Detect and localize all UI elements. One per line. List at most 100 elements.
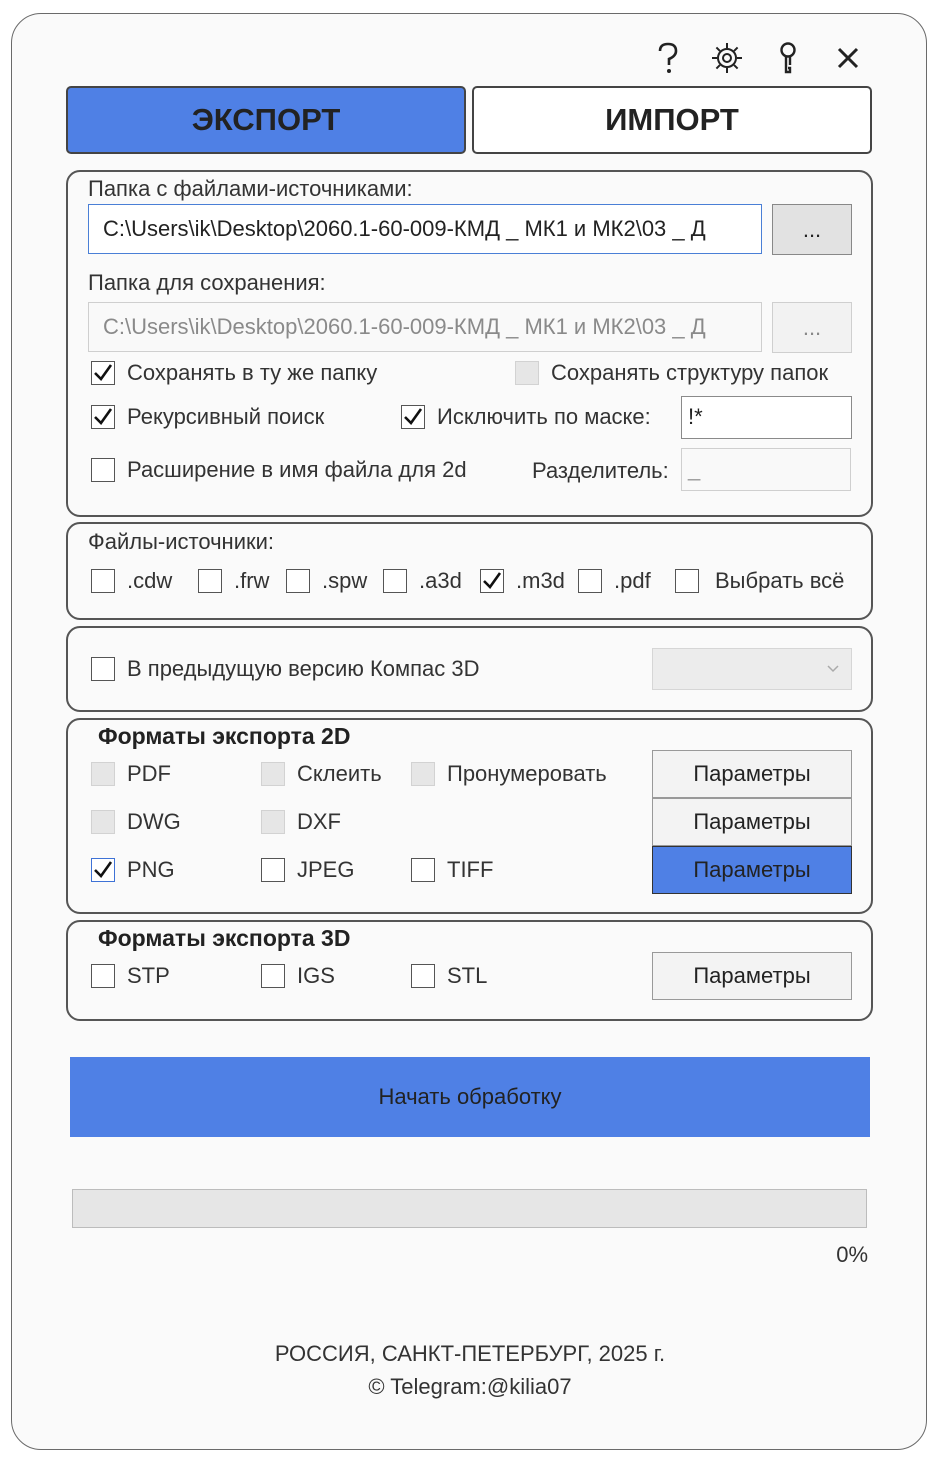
checkbox-box <box>91 858 115 882</box>
source-folder-input[interactable]: C:\Users\ik\Desktop\2060.1-60-009-КМД _ … <box>88 204 762 254</box>
save-browse-button[interactable]: ... <box>772 302 852 353</box>
export-tiff-checkbox[interactable]: TIFF <box>411 857 493 883</box>
separator-label: Разделитель: <box>532 458 669 483</box>
chevron-down-icon <box>827 665 839 673</box>
footer-contact: © Telegram:@kilia07 <box>368 1374 572 1399</box>
checkbox-box <box>91 405 115 429</box>
checkbox-label: STL <box>447 963 488 988</box>
checkbox-box <box>383 569 407 593</box>
number-pages-checkbox[interactable]: Пронумеровать <box>411 761 607 787</box>
checkbox-label: STP <box>127 963 170 988</box>
checkbox-label: Склеить <box>297 761 382 786</box>
checkbox-box <box>91 762 115 786</box>
checkbox-box <box>675 569 699 593</box>
save-folder-input[interactable]: C:\Users\ik\Desktop\2060.1-60-009-КМД _ … <box>88 302 762 352</box>
checkbox-label: .cdw <box>127 568 173 593</box>
checkbox-label: DWG <box>127 809 181 834</box>
checkbox-label: Пронумеровать <box>447 761 607 786</box>
export-stl-checkbox[interactable]: STL <box>411 963 487 989</box>
merge-checkbox[interactable]: Склеить <box>261 761 382 787</box>
checkbox-box <box>198 569 222 593</box>
png-params-button[interactable]: Параметры <box>652 846 852 894</box>
checkbox-label: JPEG <box>297 857 355 882</box>
progress-percent: 0% <box>836 1242 868 1267</box>
checkbox-label: .frw <box>234 568 270 593</box>
checkbox-label: PDF <box>127 761 171 786</box>
filetype-frw-checkbox[interactable]: .frw <box>198 568 269 594</box>
checkbox-box <box>261 858 285 882</box>
key-icon[interactable] <box>771 41 805 75</box>
checkbox-label: .pdf <box>614 568 651 593</box>
filetype-a3d-checkbox[interactable]: .a3d <box>383 568 462 594</box>
checkbox-box <box>91 657 115 681</box>
checkbox-box <box>91 569 115 593</box>
export-jpeg-checkbox[interactable]: JPEG <box>261 857 354 883</box>
export-2d-title: Форматы экспорта 2D <box>98 723 351 749</box>
checkbox-label: .a3d <box>419 568 462 593</box>
tab-export[interactable]: ЭКСПОРТ <box>66 86 466 154</box>
tab-import[interactable]: ИМПОРТ <box>472 86 872 154</box>
checkbox-box <box>261 964 285 988</box>
select-all-checkbox[interactable]: Выбрать всё <box>675 568 844 594</box>
separator-input[interactable]: _ <box>681 448 851 491</box>
ext-in-filename-checkbox[interactable]: Расширение в имя файла для 2d <box>91 457 467 483</box>
dwg-params-button[interactable]: Параметры <box>652 798 852 846</box>
checkbox-box <box>261 810 285 834</box>
checkbox-box <box>515 361 539 385</box>
checkbox-label: PNG <box>127 857 175 882</box>
checkbox-label: .m3d <box>516 568 565 593</box>
filetype-m3d-checkbox[interactable]: .m3d <box>480 568 565 594</box>
export-igs-checkbox[interactable]: IGS <box>261 963 335 989</box>
checkbox-box <box>411 858 435 882</box>
source-folder-label: Папка с файлами-источниками: <box>88 176 413 201</box>
keep-structure-checkbox[interactable]: Сохранять структуру папок <box>515 360 828 386</box>
checkbox-box <box>91 361 115 385</box>
filetype-pdf-checkbox[interactable]: .pdf <box>578 568 651 594</box>
checkbox-label: Исключить по маске: <box>437 404 651 429</box>
checkbox-label: DXF <box>297 809 341 834</box>
export-pdf-checkbox[interactable]: PDF <box>91 761 171 787</box>
checkbox-label: TIFF <box>447 857 494 882</box>
previous-version-checkbox[interactable]: В предыдущую версию Компас 3D <box>91 656 480 682</box>
recursive-checkbox[interactable]: Рекурсивный поиск <box>91 404 324 430</box>
same-folder-checkbox[interactable]: Сохранять в ту же папку <box>91 360 377 386</box>
export-dxf-checkbox[interactable]: DXF <box>261 809 341 835</box>
checkbox-box <box>411 964 435 988</box>
export-png-checkbox[interactable]: PNG <box>91 857 175 883</box>
checkbox-box <box>401 405 425 429</box>
progress-bar <box>72 1189 867 1228</box>
filetype-spw-checkbox[interactable]: .spw <box>286 568 367 594</box>
checkbox-box <box>91 964 115 988</box>
version-dropdown[interactable] <box>652 648 852 690</box>
checkbox-label: Рекурсивный поиск <box>127 404 325 429</box>
checkbox-label: Расширение в имя файла для 2d <box>127 457 467 482</box>
source-files-label: Файлы-источники: <box>88 529 275 554</box>
checkbox-label: Сохранять в ту же папку <box>127 360 378 385</box>
source-browse-button[interactable]: ... <box>772 204 852 255</box>
checkbox-box <box>286 569 310 593</box>
export-dwg-checkbox[interactable]: DWG <box>91 809 181 835</box>
export-stp-checkbox[interactable]: STP <box>91 963 170 989</box>
checkbox-label: Сохранять структуру папок <box>551 360 829 385</box>
settings-gear-icon[interactable] <box>710 41 744 75</box>
export-3d-title: Форматы экспорта 3D <box>98 925 351 951</box>
pdf-params-button[interactable]: Параметры <box>652 750 852 798</box>
checkbox-box <box>411 762 435 786</box>
exclude-mask-input[interactable]: !* <box>681 396 852 439</box>
checkbox-box <box>91 810 115 834</box>
filetype-cdw-checkbox[interactable]: .cdw <box>91 568 172 594</box>
checkbox-box <box>261 762 285 786</box>
checkbox-label: .spw <box>322 568 368 593</box>
help-icon[interactable] <box>651 41 685 75</box>
checkbox-label: IGS <box>297 963 335 988</box>
checkbox-box <box>480 569 504 593</box>
start-processing-button[interactable]: Начать обработку <box>70 1057 870 1137</box>
exclude-mask-checkbox[interactable]: Исключить по маске: <box>401 404 651 430</box>
footer-location: РОССИЯ, САНКТ-ПЕТЕРБУРГ, 2025 г. <box>274 1341 666 1366</box>
close-icon[interactable] <box>831 41 865 75</box>
checkbox-box <box>578 569 602 593</box>
checkbox-box <box>91 458 115 482</box>
export-3d-params-button[interactable]: Параметры <box>652 952 852 1000</box>
checkbox-label: В предыдущую версию Компас 3D <box>127 656 480 681</box>
checkbox-label: Выбрать всё <box>715 568 845 593</box>
